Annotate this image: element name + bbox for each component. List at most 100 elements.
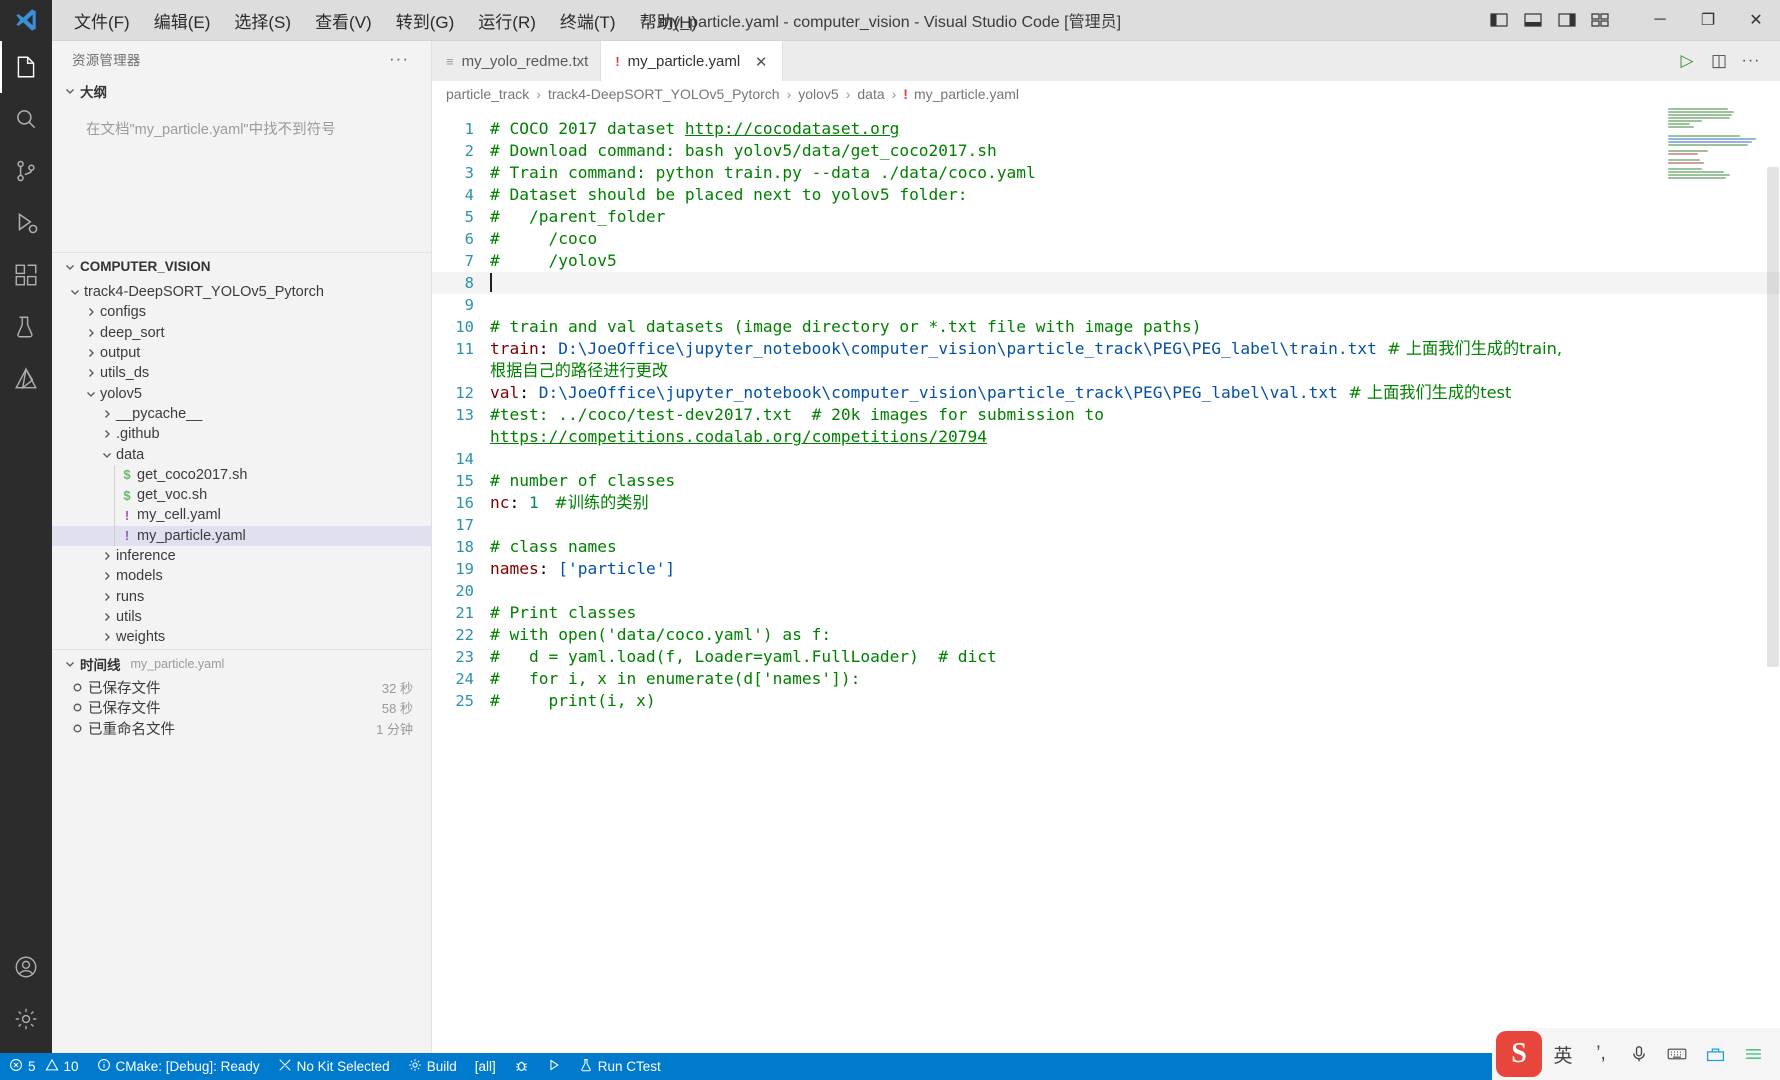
code-line[interactable]: 23 # d = yaml.load(f, Loader=yaml.FullLoa… xyxy=(432,646,1780,668)
menu-file[interactable]: 文件(F) xyxy=(62,0,142,40)
chevron-right-icon[interactable] xyxy=(82,327,100,339)
chevron-right-icon[interactable] xyxy=(98,570,116,582)
sogou-ime-logo[interactable]: S xyxy=(1496,1031,1542,1077)
menu-view[interactable]: 查看(V) xyxy=(303,0,384,40)
menu-selection[interactable]: 选择(S) xyxy=(222,0,303,40)
code-line[interactable]: 16 nc: 1 #训练的类别 xyxy=(432,492,1780,514)
tab-my-yolo-redme-txt[interactable]: ≡ my_yolo_redme.txt xyxy=(432,41,602,81)
minimize-button[interactable]: ─ xyxy=(1636,0,1684,41)
code-line[interactable]: 4 # Dataset should be placed next to yolo… xyxy=(432,184,1780,206)
breadcrumb-item[interactable]: data xyxy=(857,86,884,102)
close-tab-icon[interactable]: ✕ xyxy=(752,53,770,71)
tree-item-weights[interactable]: weights xyxy=(52,627,431,647)
code-line[interactable]: 8 xyxy=(432,272,1780,294)
code-line[interactable]: 15 # number of classes xyxy=(432,470,1780,492)
source-control-icon[interactable] xyxy=(0,145,52,197)
chevron-down-icon[interactable] xyxy=(98,449,116,461)
chevron-right-icon[interactable] xyxy=(98,611,116,623)
menu-help[interactable]: 帮助(H) xyxy=(628,0,710,40)
code-line[interactable]: 21 # Print classes xyxy=(432,602,1780,624)
maximize-button[interactable]: ❐ xyxy=(1684,0,1732,41)
outline-section-header[interactable]: 大纲 xyxy=(52,77,431,104)
tree-item-my-cell-yaml[interactable]: ! my_cell.yaml xyxy=(52,505,431,526)
code-line[interactable]: 22 # with open('data/coco.yaml') as f: xyxy=(432,624,1780,646)
sidebar-more-actions-icon[interactable]: ··· xyxy=(389,49,409,69)
chevron-right-icon[interactable] xyxy=(98,591,116,603)
timeline-item[interactable]: 已保存文件 32 秒 xyxy=(52,677,431,697)
search-icon[interactable] xyxy=(0,93,52,145)
tree-item-track4-deepsort-yolov5-pytorch[interactable]: track4-DeepSORT_YOLOv5_Pytorch xyxy=(52,282,431,302)
code-line[interactable]: 24 # for i, x in enumerate(d['names']): xyxy=(432,668,1780,690)
launch-status[interactable] xyxy=(538,1053,570,1080)
ime-keyboard-icon[interactable] xyxy=(1660,1034,1694,1074)
menu-run[interactable]: 运行(R) xyxy=(466,0,548,40)
tree-item-deep-sort[interactable]: deep_sort xyxy=(52,323,431,343)
code-line[interactable]: 19 names: ['particle'] xyxy=(432,558,1780,580)
code-line[interactable]: 14 xyxy=(432,448,1780,470)
chevron-down-icon[interactable] xyxy=(66,286,84,298)
tree-item-runs[interactable]: runs xyxy=(52,586,431,606)
toggle-primary-sidebar-icon[interactable] xyxy=(1484,5,1514,35)
editor-scrollbar[interactable] xyxy=(1766,107,1780,1053)
code-line[interactable]: 10 # train and val datasets (image direct… xyxy=(432,316,1780,338)
chevron-right-icon[interactable] xyxy=(98,550,116,562)
target-status[interactable]: [all] xyxy=(466,1053,505,1080)
code-line[interactable]: 25 # print(i, x) xyxy=(432,690,1780,712)
ime-settings-icon[interactable] xyxy=(1736,1034,1770,1074)
explorer-root-header[interactable]: COMPUTER_VISION xyxy=(52,253,431,280)
tree-item-github[interactable]: .github xyxy=(52,424,431,444)
code-line[interactable]: 3 # Train command: python train.py --data… xyxy=(432,162,1780,184)
explorer-icon[interactable] xyxy=(0,41,52,93)
code-line[interactable]: 6 # /coco xyxy=(432,228,1780,250)
chevron-right-icon[interactable] xyxy=(82,367,100,379)
code-line[interactable]: 13 #test: ../coco/test-dev2017.txt # 20k … xyxy=(432,404,1780,448)
code-line[interactable]: 1 # COCO 2017 dataset http://cocodataset.… xyxy=(432,118,1780,140)
timeline-item[interactable]: 已重命名文件 1 分钟 xyxy=(52,718,431,738)
chevron-right-icon[interactable] xyxy=(98,428,116,440)
chevron-right-icon[interactable] xyxy=(98,631,116,643)
breadcrumb-item-file[interactable]: my_particle.yaml xyxy=(914,86,1019,102)
chevron-right-icon[interactable] xyxy=(98,408,116,420)
menu-edit[interactable]: 编辑(E) xyxy=(142,0,223,40)
code-line[interactable]: 18 # class names xyxy=(432,536,1780,558)
code-line[interactable]: 11 train: D:\JoeOffice\jupyter_notebook\c… xyxy=(432,338,1780,382)
toggle-secondary-sidebar-icon[interactable] xyxy=(1552,5,1582,35)
chevron-down-icon[interactable] xyxy=(82,388,100,400)
chevron-right-icon[interactable] xyxy=(82,347,100,359)
more-actions-icon[interactable]: ··· xyxy=(1736,46,1766,76)
code-line[interactable]: 20 xyxy=(432,580,1780,602)
code-line[interactable]: 9 xyxy=(432,294,1780,316)
scrollbar-thumb[interactable] xyxy=(1767,167,1779,667)
code-line[interactable]: 5 # /parent_folder xyxy=(432,206,1780,228)
run-debug-icon[interactable] xyxy=(0,197,52,249)
ime-punctuation-toggle[interactable]: ’, xyxy=(1584,1034,1618,1074)
timeline-header[interactable]: 时间线 my_particle.yaml xyxy=(52,650,431,677)
cmake-icon[interactable] xyxy=(0,353,52,405)
tree-item-yolov5[interactable]: yolov5 xyxy=(52,383,431,403)
tree-item-get-coco2017-sh[interactable]: $ get_coco2017.sh xyxy=(52,464,431,485)
ime-toolbox-icon[interactable] xyxy=(1698,1034,1732,1074)
tree-item-models[interactable]: models xyxy=(52,566,431,586)
close-button[interactable]: ✕ xyxy=(1732,0,1780,41)
breadcrumb-item[interactable]: track4-DeepSORT_YOLOv5_Pytorch xyxy=(548,86,780,102)
build-status[interactable]: Build xyxy=(399,1053,466,1080)
code-editor[interactable]: 1 # COCO 2017 dataset http://cocodataset.… xyxy=(432,107,1780,1053)
tree-item-my-particle-yaml[interactable]: ! my_particle.yaml xyxy=(52,525,431,546)
ctest-status[interactable]: Run CTest xyxy=(570,1053,670,1080)
accounts-icon[interactable] xyxy=(0,941,52,993)
tree-item-configs[interactable]: configs xyxy=(52,302,431,322)
tab-my-particle-yaml[interactable]: ! my_particle.yaml ✕ xyxy=(601,41,784,81)
timeline-item[interactable]: 已保存文件 58 秒 xyxy=(52,698,431,718)
menu-go[interactable]: 转到(G) xyxy=(384,0,467,40)
code-line[interactable]: 2 # Download command: bash yolov5/data/ge… xyxy=(432,140,1780,162)
code-line[interactable]: 12 val: D:\JoeOffice\jupyter_notebook\com… xyxy=(432,382,1780,404)
minimap[interactable] xyxy=(1666,107,1766,179)
customize-layout-icon[interactable] xyxy=(1586,5,1616,35)
debug-status[interactable] xyxy=(505,1053,538,1080)
toggle-panel-icon[interactable] xyxy=(1518,5,1548,35)
menu-terminal[interactable]: 终端(T) xyxy=(548,0,628,40)
manage-gear-icon[interactable] xyxy=(0,993,52,1045)
ime-language-toggle[interactable]: 英 xyxy=(1546,1034,1580,1074)
tree-item-get-voc-sh[interactable]: $ get_voc.sh xyxy=(52,484,431,506)
problems-status[interactable]: 5 10 xyxy=(0,1053,88,1080)
